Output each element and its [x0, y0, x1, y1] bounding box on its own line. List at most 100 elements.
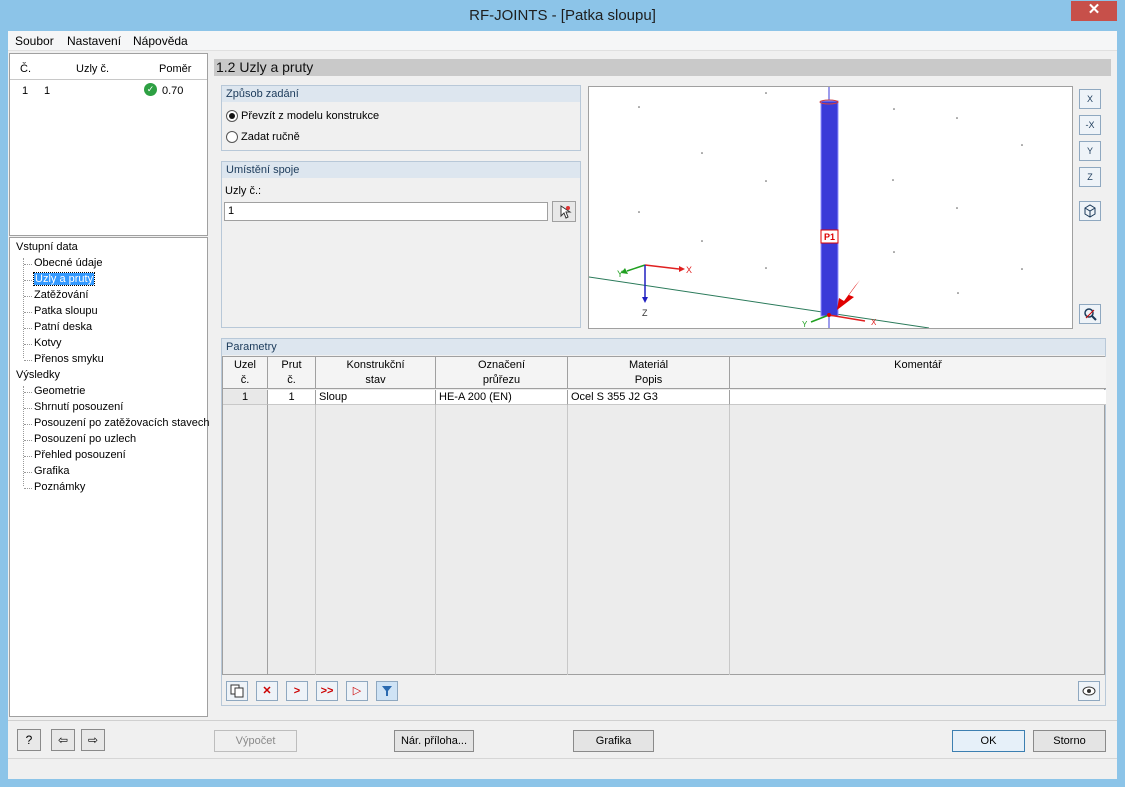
pick-pointer-icon — [560, 205, 572, 219]
nav-item-nodes-members[interactable]: Uzly a pruty — [32, 272, 96, 286]
model-viewport[interactable]: P1 X Y Z X Y — [588, 86, 1073, 329]
radio-manual-label[interactable]: Zadat ručně — [241, 131, 300, 143]
col-header-state[interactable]: Konstrukční stav — [316, 357, 436, 389]
tree-tick — [24, 312, 32, 313]
column-member[interactable] — [820, 100, 839, 317]
view-y-icon[interactable]: Y — [1079, 141, 1101, 161]
cell-section[interactable]: HE-A 200 (EN) — [436, 390, 568, 405]
nav-item-by-node[interactable]: Posouzení po uzlech — [34, 433, 136, 445]
grid-column — [568, 405, 730, 675]
col-header-member-l2: č. — [287, 374, 296, 386]
calculate-button[interactable]: Výpočet — [214, 730, 297, 752]
model-graphic: P1 X Y Z X Y — [588, 87, 1023, 329]
col-header-nodes[interactable]: Uzly č. — [76, 63, 109, 75]
view-minus-x-icon[interactable]: -X — [1079, 115, 1101, 135]
input-mode-group: Způsob zadání Převzít z modelu konstrukc… — [221, 85, 581, 151]
client-area: Soubor Nastavení Nápověda Č. Uzly č. Pom… — [8, 31, 1117, 779]
radio-from-model-label[interactable]: Převzít z modelu konstrukce — [241, 110, 379, 122]
cell-state[interactable]: Sloup — [316, 390, 436, 405]
tree-tick — [24, 472, 32, 473]
row-ratio: 0.70 — [162, 85, 184, 97]
check-ok-icon: ✓ — [144, 83, 157, 96]
app-window: RF-JOINTS - [Patka sloupu] ✕ Soubor Nast… — [0, 0, 1125, 787]
iso-view-icon[interactable] — [1079, 201, 1101, 221]
col-header-comment[interactable]: Komentář — [730, 357, 1106, 389]
menu-napoveda[interactable]: Nápověda — [133, 34, 188, 48]
next-icon[interactable]: > — [286, 681, 308, 701]
tree-group-input[interactable]: Vstupní data — [16, 241, 78, 253]
grid-column — [436, 405, 568, 675]
local-axes-icon: X Y — [802, 314, 877, 329]
tree-tick — [24, 456, 32, 457]
national-annex-button[interactable]: Nár. příloha... — [394, 730, 474, 752]
eye-icon[interactable] — [1078, 681, 1100, 701]
nav-item-base-plate[interactable]: Patní deska — [34, 321, 92, 333]
copy-table-icon[interactable] — [226, 681, 248, 701]
help-icon[interactable]: ? — [17, 729, 41, 751]
col-header-ratio[interactable]: Poměr — [159, 63, 191, 75]
delete-row-icon[interactable]: ✕ — [256, 681, 278, 701]
col-header-material-l2: Popis — [634, 374, 663, 386]
radio-from-model[interactable] — [226, 110, 238, 122]
cancel-button[interactable]: Storno — [1033, 730, 1106, 752]
nav-item-geometry[interactable]: Geometrie — [34, 385, 85, 397]
nav-item-by-load-case[interactable]: Posouzení po zatěžovacích stavech — [34, 417, 210, 429]
nodes-label: Uzly č.: — [225, 185, 262, 197]
tree-tick — [24, 392, 32, 393]
nav-item-graphics[interactable]: Grafika — [34, 465, 69, 477]
col-header-section-l1: Označení — [477, 359, 526, 371]
col-header-material[interactable]: Materiál Popis — [568, 357, 730, 389]
tree-tick — [24, 264, 32, 265]
view-z-icon[interactable]: Z — [1079, 167, 1101, 187]
close-button[interactable]: ✕ — [1071, 1, 1117, 21]
nav-item-general[interactable]: Obecné údaje — [34, 257, 103, 269]
node-marker[interactable] — [827, 313, 831, 317]
pick-node-button[interactable] — [552, 201, 576, 222]
menu-soubor[interactable]: Soubor — [15, 34, 54, 48]
nav-item-shear-transfer[interactable]: Přenos smyku — [34, 353, 104, 365]
axis-z-label: Z — [642, 308, 648, 318]
row-no: 1 — [22, 85, 29, 97]
nav-item-overview[interactable]: Přehled posouzení — [34, 449, 126, 461]
node-arrow-icon — [837, 280, 860, 310]
cell-material[interactable]: Ocel S 355 J2 G3 — [568, 390, 730, 405]
import-icon[interactable]: ⇦ — [51, 729, 75, 751]
axis-y-label: Y — [617, 269, 623, 279]
cell-member[interactable]: 1 — [268, 390, 316, 405]
ok-button[interactable]: OK — [952, 730, 1025, 752]
nav-item-loading[interactable]: Zatěžování — [34, 289, 88, 301]
view-x-icon[interactable]: X — [1079, 89, 1101, 109]
nav-item-column-base[interactable]: Patka sloupu — [34, 305, 98, 317]
grid-column — [316, 405, 436, 675]
cell-node[interactable]: 1 — [223, 390, 268, 405]
filter-icon[interactable] — [376, 681, 398, 701]
col-header-node-l1: Uzel — [233, 359, 256, 371]
col-header-member[interactable]: Prut č. — [268, 357, 316, 389]
nav-item-anchors[interactable]: Kotvy — [34, 337, 62, 349]
export-icon[interactable]: ⇨ — [81, 729, 105, 751]
radio-manual[interactable] — [226, 131, 238, 143]
tree-tick — [24, 440, 32, 441]
nav-item-notes[interactable]: Poznámky — [34, 481, 85, 493]
member-label: P1 — [824, 232, 835, 242]
table-toolbar: ✕ > >> ▷ — [222, 678, 1105, 704]
nav-item-summary[interactable]: Shrnutí posouzení — [34, 401, 123, 413]
tree-tick — [24, 360, 32, 361]
tree-group-results[interactable]: Výsledky — [16, 369, 60, 381]
col-header-node[interactable]: Uzel č. — [223, 357, 268, 389]
global-axes-icon: X Y Z — [617, 264, 692, 318]
col-header-section[interactable]: Označení průřezu — [436, 357, 568, 389]
menu-nastaveni[interactable]: Nastavení — [67, 34, 121, 48]
row-nodes: 1 — [44, 85, 51, 97]
tree-connector — [23, 258, 24, 358]
cell-comment[interactable] — [730, 390, 1106, 405]
navigation-tree: Vstupní data Obecné údaje Uzly a pruty Z… — [9, 237, 210, 717]
col-header-no[interactable]: Č. — [20, 63, 31, 75]
parameters-group: Parametry Uzel č. Prut č. Konstrukční st… — [221, 338, 1106, 706]
grid-column — [268, 405, 316, 675]
graphics-button[interactable]: Grafika — [573, 730, 654, 752]
fast-forward-icon[interactable]: >> — [316, 681, 338, 701]
zoom-reset-icon[interactable] — [1079, 304, 1101, 324]
nodes-input[interactable]: 1 — [224, 202, 548, 221]
add-selection-icon[interactable]: ▷ — [346, 681, 368, 701]
